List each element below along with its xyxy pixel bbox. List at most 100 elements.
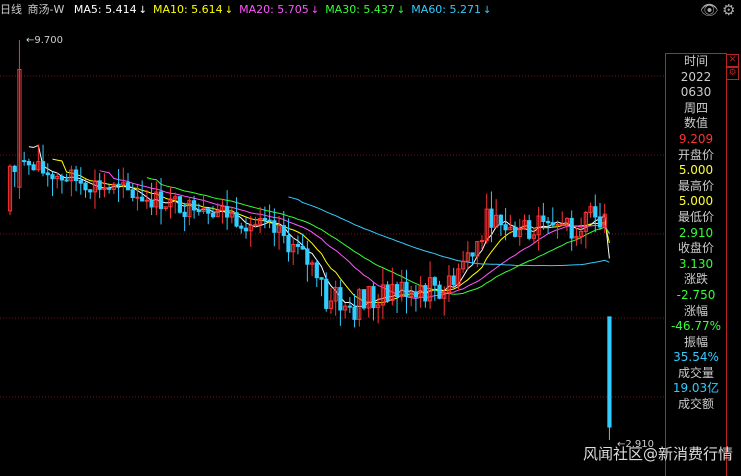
down-arrow-icon: ↓ [138,5,147,16]
panel-row: 19.03亿 [672,381,720,396]
ma-lines [28,144,610,308]
candle-body [135,196,140,199]
candle-body [470,252,475,257]
candle-body [83,182,88,191]
panel-row: 收盘价 [677,241,714,256]
candle-body [569,217,574,239]
candle-body [210,212,216,218]
panel-row: 数值 [683,116,708,131]
panel-row: 振幅 [683,334,708,349]
candle-body [295,243,301,247]
candle-body [432,277,437,286]
panel-row: 5.000 [678,163,714,178]
ma-line [288,196,610,267]
candle-body [593,206,598,218]
panel-row: 涨幅 [683,303,708,318]
candle-body [385,284,390,301]
candle-body [300,245,305,250]
candle-body [451,275,456,286]
candle-body [239,225,244,229]
candle-body [503,224,508,231]
candle-body [324,278,329,309]
down-arrow-icon: ↓ [310,5,320,16]
ma-item: MA10: 5.614 [152,3,223,16]
candle-body [347,305,352,308]
candle-body [12,165,17,173]
down-arrow-icon: ↓ [224,5,234,16]
candle-body [498,214,503,226]
candle-body [196,209,201,213]
candle-body [314,262,319,279]
kline-chart[interactable] [0,20,741,476]
candle-body [40,161,46,174]
eye-icon[interactable]: 👁 [700,1,719,19]
candle-body [26,160,31,166]
candle-body [130,189,135,198]
panel-row: 开盘价 [677,147,714,162]
candle-body [352,306,357,320]
candle-body [107,187,112,190]
candle-body [437,284,442,299]
gear-icon[interactable]: ⚙ [726,67,739,80]
candle-body [423,285,428,302]
candle-body [149,199,154,208]
candle-body [489,208,494,228]
candle-body [262,217,267,221]
ma-list: MA5: 5.414 ↓ MA10: 5.614 ↓ MA20: 5.705 ↓ MA30:… [70,3,494,16]
candle-body [177,196,183,213]
panel-row: 最低价 [677,209,714,224]
candle-body [394,284,400,298]
gear-icon[interactable]: ⚙ [722,1,735,19]
candle-body [338,287,343,311]
down-arrow-icon: ↓ [483,5,492,16]
ma-item: MA20: 5.705 [239,3,309,16]
candle-body [73,169,79,182]
candle-body [144,199,149,202]
candle-body [78,180,83,184]
panel-row: 35.54% [673,350,719,365]
candle-body [45,172,50,176]
candle-body [97,180,102,190]
candle-body [281,225,286,237]
candle-body [31,164,36,171]
ma-item: MA30: 5.437 [325,3,395,16]
candle-body [550,222,555,226]
panel-row: 2.910 [678,225,714,240]
close-icon[interactable]: ✕ [726,54,739,67]
panel-row: 时间 [683,54,708,68]
candle-body [371,286,376,309]
panel-row: 涨跌 [683,272,708,287]
candle-body [560,223,565,226]
panel-row: 2022 [680,69,712,84]
candle-body [541,215,546,223]
ma-item: MA5: 5.414 [73,3,137,16]
candle-body [182,211,187,217]
candle-body [527,220,532,239]
candle-body [555,223,560,226]
candle-body [305,248,310,265]
watermark: 风闻社区@新消费行情 [583,445,734,463]
candle-body [607,316,612,428]
down-arrow-icon: ↓ [396,5,406,16]
ma-line [52,158,610,304]
indicator-bar: 日线 商汤-W MA5: 5.414 ↓ MA10: 5.614 ↓ MA20: 5.7… [0,0,741,20]
period-label[interactable]: 日线 [0,3,22,16]
candle-body [361,289,367,309]
candle-body [64,179,69,182]
panel-row: 9.209 [678,131,714,146]
candle-body [319,277,324,280]
candle-body [512,226,518,237]
panel-row: 3.130 [678,256,714,271]
candle-body [597,216,603,228]
ma-line [28,144,610,308]
candle-body [243,227,249,232]
candle-body [125,182,131,191]
candles [7,40,612,440]
candle-body [88,189,93,193]
candle-body [140,196,145,202]
candle-body [116,183,121,186]
candle-body [234,212,239,227]
panel-row: -46.77% [670,319,722,334]
candle-body [545,221,551,224]
stock-name: 商汤-W [27,3,65,16]
